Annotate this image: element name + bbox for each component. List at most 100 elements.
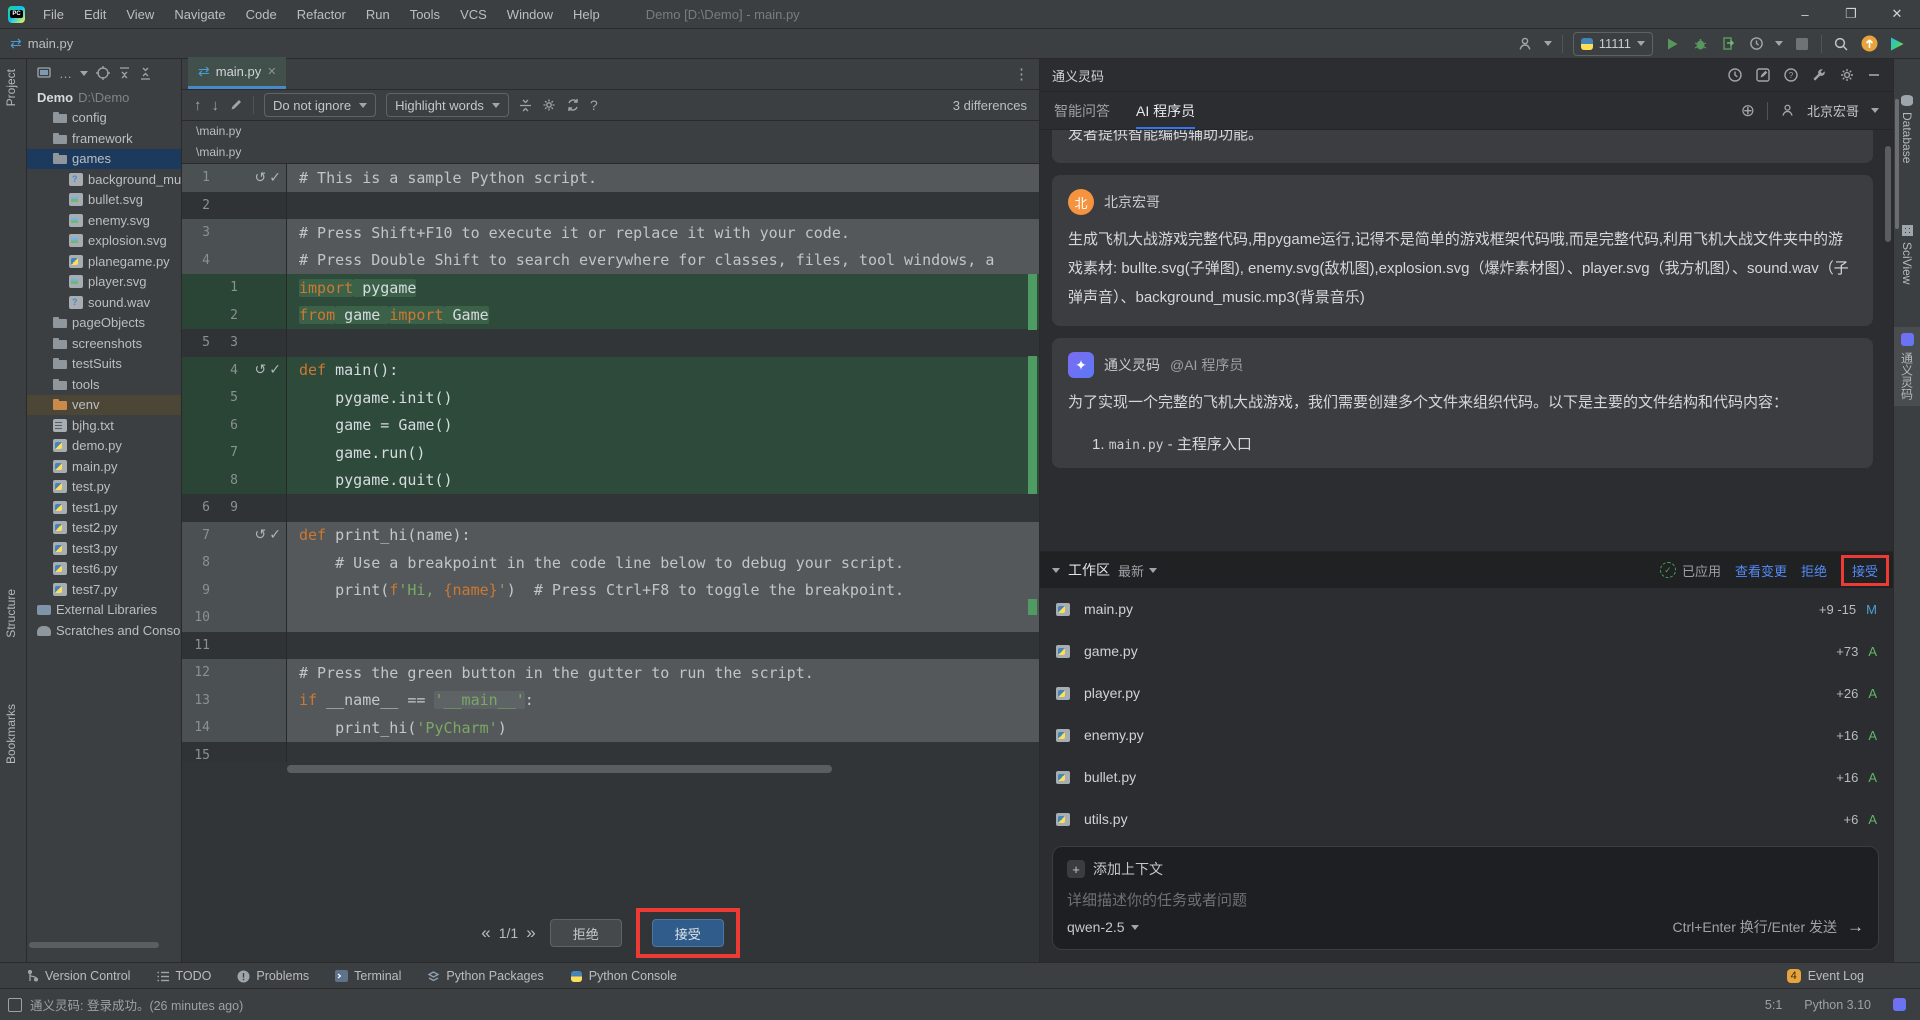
tab-close-icon[interactable]: ✕ [267, 65, 276, 78]
tree-item-test3.py[interactable]: test3.py [27, 538, 181, 559]
tree-item-config[interactable]: config [27, 108, 181, 129]
next-difference-icon[interactable]: ↓ [212, 97, 220, 114]
apply-check-icon[interactable]: ✓ [269, 362, 281, 378]
tool-window-version-control[interactable]: Version Control [26, 969, 130, 983]
tree-item-tools[interactable]: tools [27, 374, 181, 395]
code-line[interactable]: game = Game() [287, 412, 1039, 440]
workspace-file-game.py[interactable]: game.py+73A [1040, 630, 1893, 672]
tree-item-test1.py[interactable]: test1.py [27, 497, 181, 518]
tree-item-framework[interactable]: framework [27, 128, 181, 149]
tree-item-venv[interactable]: venv [27, 395, 181, 416]
tree-item-games[interactable]: games [27, 149, 181, 170]
tree-item-planegame.py[interactable]: planegame.py [27, 251, 181, 272]
tab-main-py[interactable]: ⇄ main.py ✕ [188, 57, 286, 89]
update-available-icon[interactable] [1860, 35, 1878, 53]
user-dropdown-caret[interactable] [1544, 41, 1552, 46]
profiler-dropdown-caret[interactable] [1775, 41, 1783, 46]
reject-button[interactable]: 拒绝 [550, 919, 622, 947]
account-name[interactable]: 北京宏哥 [1807, 101, 1859, 120]
chat-input-box[interactable]: + 添加上下文 详细描述你的任务或者问题 qwen-2.5 Ctrl+Enter… [1052, 846, 1879, 950]
tree-item-test6.py[interactable]: test6.py [27, 559, 181, 580]
tree-item-player.svg[interactable]: player.svg [27, 272, 181, 293]
model-caret[interactable] [1131, 925, 1139, 930]
workspace-collapse-chevron[interactable] [1052, 568, 1060, 573]
tree-item-sound.wav[interactable]: sound.wav [27, 292, 181, 313]
tool-window-terminal[interactable]: Terminal [335, 969, 401, 983]
tree-item-bjhg.txt[interactable]: bjhg.txt [27, 415, 181, 436]
tree-item-screenshots[interactable]: screenshots [27, 333, 181, 354]
menu-file[interactable]: File [35, 4, 72, 25]
send-icon[interactable]: → [1847, 917, 1864, 937]
new-chat-icon[interactable]: ⊕ [1741, 101, 1755, 121]
gear-icon[interactable] [1839, 67, 1855, 83]
menu-navigate[interactable]: Navigate [166, 4, 233, 25]
breadcrumb[interactable]: ⇄ main.py [10, 35, 73, 52]
edit-icon[interactable] [229, 98, 243, 112]
code-line[interactable]: pygame.quit() [287, 467, 1039, 495]
tool-window-python-packages[interactable]: Python Packages [427, 969, 543, 983]
workspace-accept-link[interactable]: 接受 [1852, 564, 1878, 579]
project-view-icon[interactable] [37, 67, 51, 79]
code-line[interactable]: from game import Game [287, 302, 1039, 330]
hide-panel-icon[interactable] [1867, 68, 1881, 82]
editor-hscrollbar[interactable] [287, 765, 832, 773]
apply-check-icon[interactable]: ✓ [269, 170, 281, 186]
code-line[interactable]: if __name__ == '__main__': [287, 687, 1039, 715]
ignore-policy-select[interactable]: Do not ignore [264, 93, 376, 117]
lingma-status-icon[interactable] [1893, 998, 1906, 1011]
menu-tools[interactable]: Tools [402, 4, 448, 25]
tool-window-todo[interactable]: TODO [156, 969, 211, 983]
code-line[interactable] [287, 329, 1039, 357]
project-hscrollbar[interactable] [29, 942, 159, 948]
code-line[interactable]: print_hi('PyCharm') [287, 714, 1039, 742]
marketplace-plugin-icon[interactable] [1888, 35, 1906, 53]
help-icon[interactable]: ? [1783, 67, 1799, 83]
code-line[interactable] [287, 632, 1039, 660]
tool-window-sciview[interactable]: SciView [1894, 219, 1920, 290]
editor-kebab-menu[interactable]: ⋮ [1014, 65, 1029, 83]
diff-help-icon[interactable]: ? [590, 97, 598, 113]
tool-window-python-console[interactable]: Python Console [570, 969, 677, 983]
revert-icon[interactable]: ↺ [255, 362, 267, 378]
workspace-reject-link[interactable]: 拒绝 [1801, 561, 1827, 580]
code-line[interactable]: # Use a breakpoint in the code line belo… [287, 549, 1039, 577]
settings-wrench-icon[interactable] [1811, 67, 1827, 83]
menu-help[interactable]: Help [565, 4, 608, 25]
code-line[interactable] [287, 604, 1039, 632]
expand-all-icon[interactable] [118, 67, 131, 80]
view-changes-link[interactable]: 查看变更 [1735, 561, 1787, 580]
run-config-select[interactable]: 11111 [1573, 32, 1653, 56]
workspace-file-player.py[interactable]: player.py+26A [1040, 672, 1893, 714]
code-line[interactable]: # Press Shift+F10 to execute it or repla… [287, 219, 1039, 247]
model-select[interactable]: qwen-2.5 [1067, 919, 1125, 935]
workspace-file-bullet.py[interactable]: bullet.py+16A [1040, 756, 1893, 798]
revert-icon[interactable]: ↺ [255, 527, 267, 543]
menu-window[interactable]: Window [499, 4, 561, 25]
history-icon[interactable] [1727, 67, 1743, 83]
code-line[interactable] [287, 494, 1039, 522]
menu-run[interactable]: Run [358, 4, 398, 25]
tree-root[interactable]: DemoD:\Demo [27, 87, 181, 108]
user-account-icon[interactable] [1516, 35, 1534, 53]
tool-window-project[interactable]: Project [4, 69, 18, 106]
minimize-button[interactable]: – [1782, 1, 1828, 28]
add-context-button[interactable]: + 添加上下文 [1067, 859, 1864, 879]
event-log[interactable]: 4 Event Log [1787, 969, 1864, 983]
chat-scrollbar[interactable] [1885, 146, 1891, 242]
tree-item-testSuits[interactable]: testSuits [27, 354, 181, 375]
interpreter-label[interactable]: Python 3.10 [1804, 998, 1871, 1012]
workspace-file-utils.py[interactable]: utils.py+6A [1040, 798, 1893, 840]
tree-item-test2.py[interactable]: test2.py [27, 518, 181, 539]
code-line[interactable]: # Press the green button in the gutter t… [287, 659, 1039, 687]
tree-item-enemy.svg[interactable]: enemy.svg [27, 210, 181, 231]
profiler-button[interactable] [1747, 35, 1765, 53]
code-line[interactable] [287, 192, 1039, 220]
menu-view[interactable]: View [118, 4, 162, 25]
tree-item-demo.py[interactable]: demo.py [27, 436, 181, 457]
close-button[interactable]: ✕ [1874, 1, 1920, 28]
collapse-unchanged-icon[interactable] [519, 99, 532, 112]
tree-item-explosion.svg[interactable]: explosion.svg [27, 231, 181, 252]
code-line[interactable]: import pygame [287, 274, 1039, 302]
menu-refactor[interactable]: Refactor [289, 4, 354, 25]
caret-position[interactable]: 5:1 [1765, 998, 1782, 1012]
